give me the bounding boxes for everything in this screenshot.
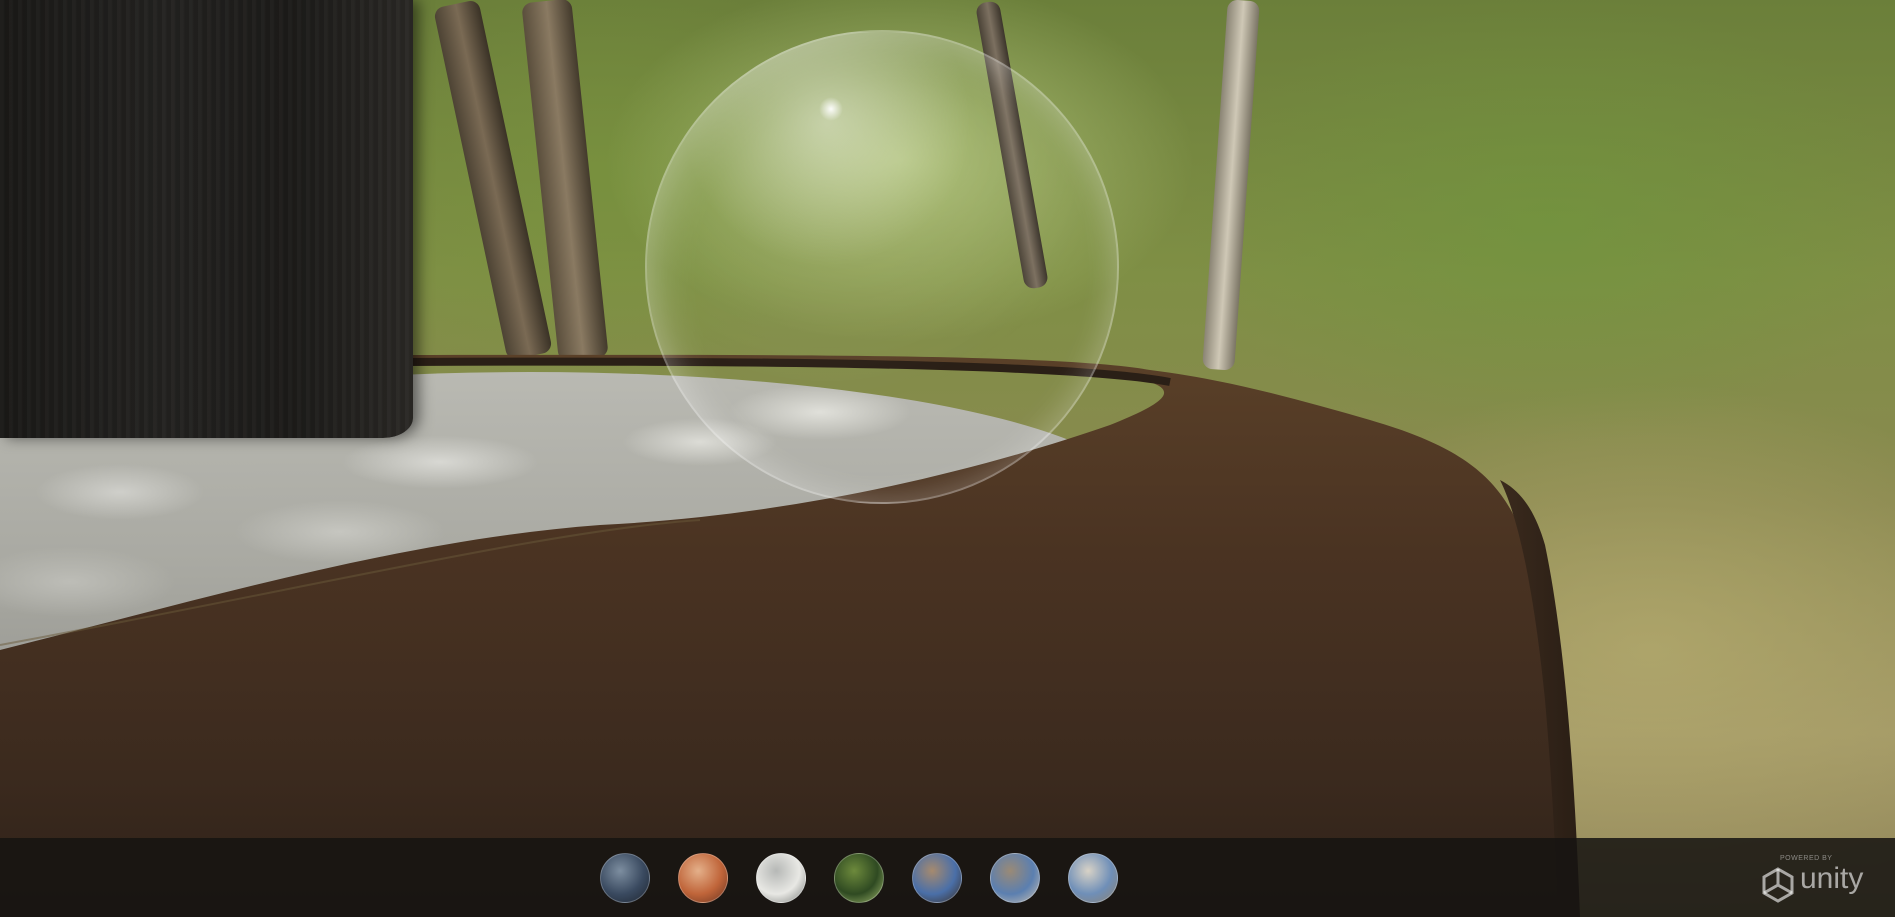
sphere-highlight — [819, 97, 843, 121]
environment-thumb[interactable]: Ruins — [1068, 853, 1118, 903]
curtain — [0, 0, 413, 438]
3d-viewport[interactable]: Rocky valley Red canyon Snow field Forest De… — [0, 0, 1895, 917]
powered-by-text: POWERED BY — [1780, 855, 1833, 862]
environment-thumb-label: Rocky valley — [601, 854, 602, 855]
environment-thumb-label: Cliff — [991, 854, 992, 855]
environment-thumb[interactable]: Rocky valley — [600, 853, 650, 903]
environment-thumb-label: Snow field — [757, 854, 758, 855]
environment-thumb-label: Forest — [835, 854, 836, 855]
environment-thumb-label: Red canyon — [679, 854, 680, 855]
environment-thumb[interactable]: Desert rocks — [912, 853, 962, 903]
environment-bar: Rocky valley Red canyon Snow field Forest De… — [0, 838, 1895, 917]
unity-wordmark: unity — [1800, 862, 1864, 895]
environment-thumb-label: Desert rocks — [913, 854, 914, 855]
environment-thumb[interactable]: Forest — [834, 853, 884, 903]
environment-thumb[interactable]: Snow field — [756, 853, 806, 903]
environment-thumb-label: Ruins — [1069, 854, 1070, 855]
environment-thumb[interactable]: Red canyon — [678, 853, 728, 903]
environment-thumb[interactable]: Cliff — [990, 853, 1040, 903]
glass-sphere — [645, 30, 1119, 504]
unity-cube-icon — [1762, 867, 1794, 903]
environment-picker: Rocky valley Red canyon Snow field Forest De… — [600, 853, 1118, 905]
